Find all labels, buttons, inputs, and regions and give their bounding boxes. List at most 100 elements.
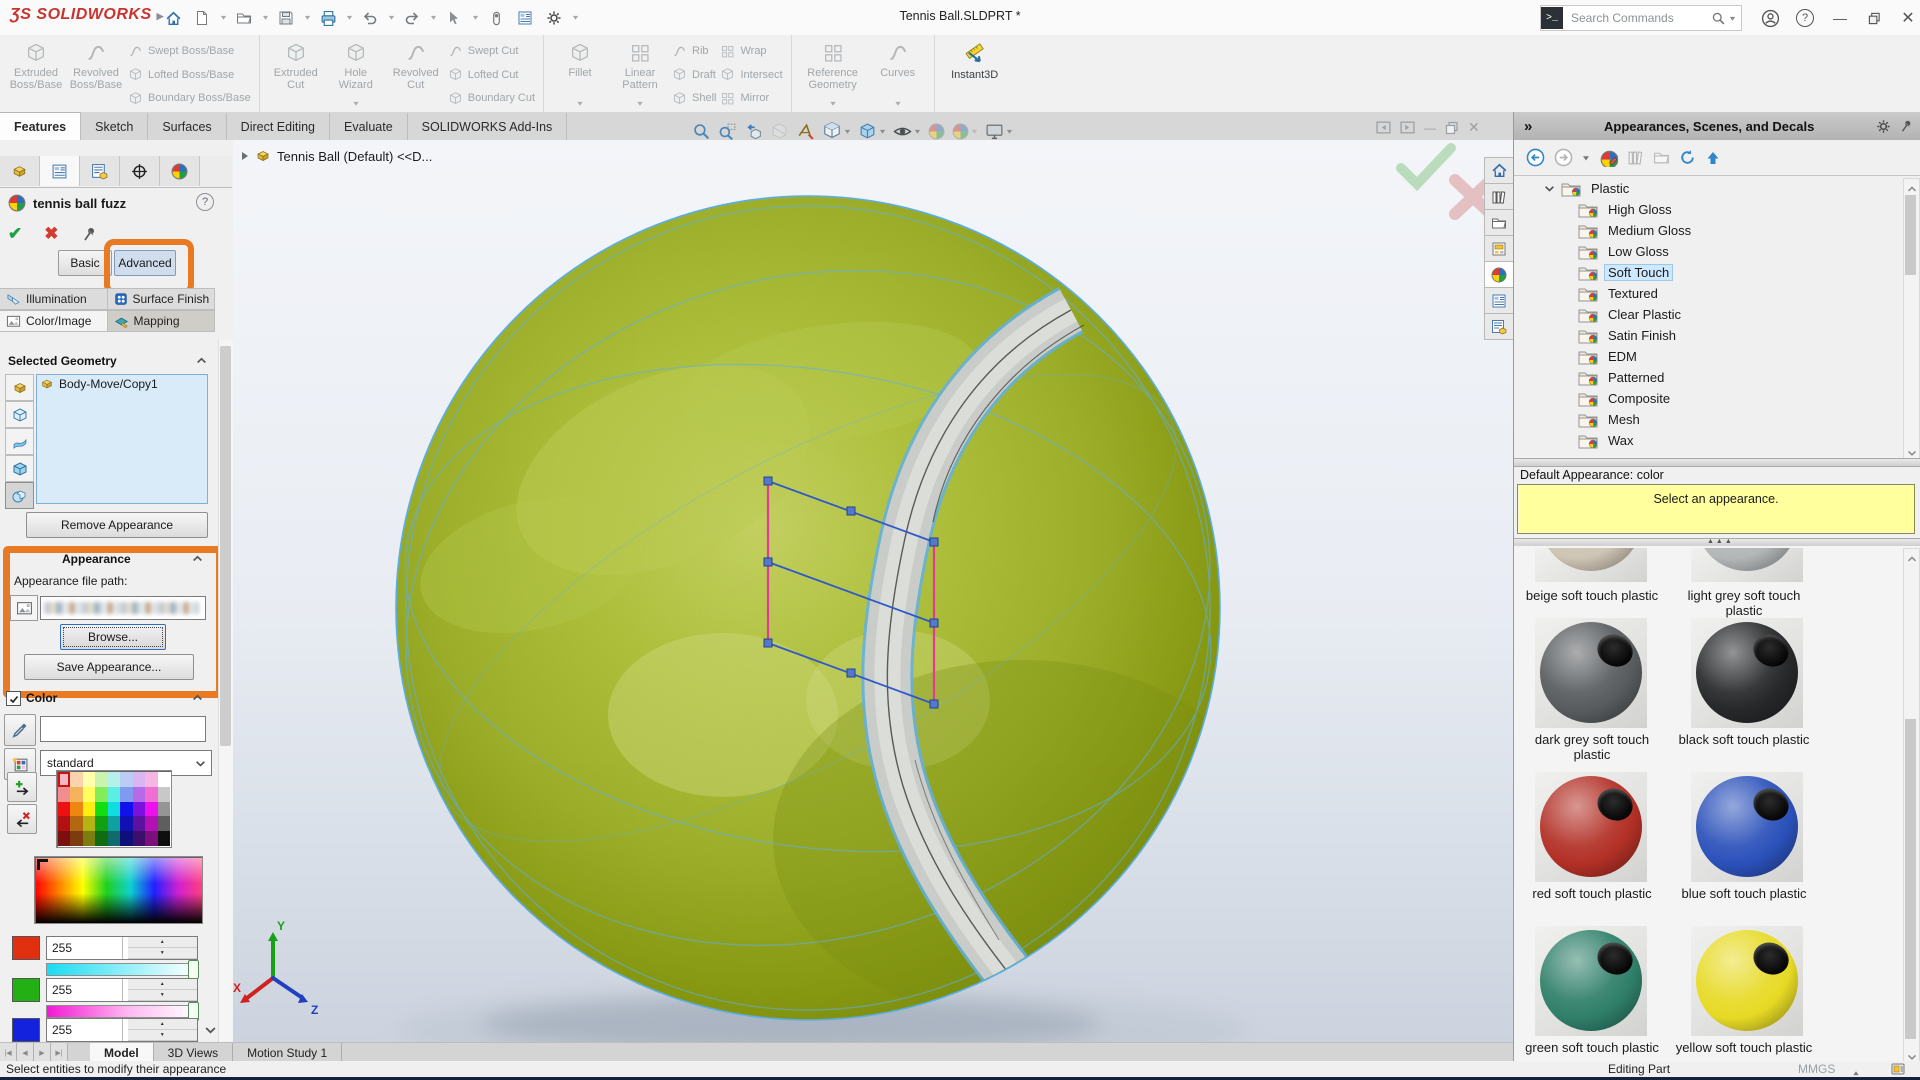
- filter-surface-icon[interactable]: [5, 428, 34, 455]
- draft-button[interactable]: Draft: [672, 65, 716, 85]
- custom-properties-tab-icon[interactable]: [1484, 287, 1514, 314]
- tree-item[interactable]: Composite: [1514, 388, 1902, 409]
- tree-item-soft-touch[interactable]: Soft Touch: [1514, 262, 1902, 283]
- mirror-button[interactable]: Mirror: [720, 88, 782, 108]
- restore-button[interactable]: [1859, 5, 1889, 31]
- resources-tab-icon[interactable]: [1484, 183, 1514, 210]
- palette-swatch[interactable]: [133, 802, 145, 817]
- red-channel-slider[interactable]: [46, 963, 196, 976]
- tree-item[interactable]: Wax: [1514, 430, 1902, 451]
- units-label[interactable]: MMGS: [1798, 1062, 1835, 1076]
- swept-cut-button[interactable]: Swept Cut: [448, 41, 535, 61]
- appearance-thumb-beige[interactable]: [1535, 548, 1647, 582]
- fillet-dropdown-icon[interactable]: [577, 97, 584, 109]
- tab-direct-editing[interactable]: Direct Editing: [227, 113, 330, 140]
- palette-swatch[interactable]: [145, 772, 157, 787]
- up-one-level-icon[interactable]: [1705, 150, 1721, 166]
- delete-appearance-icon[interactable]: [1627, 149, 1644, 166]
- previous-view-icon[interactable]: [744, 122, 763, 141]
- add-swatch-button[interactable]: [7, 772, 37, 802]
- view-orientation-icon[interactable]: [822, 121, 851, 141]
- palette-swatch[interactable]: [95, 772, 107, 787]
- tree-item[interactable]: Satin Finish: [1514, 325, 1902, 346]
- filter-mixed-icon[interactable]: [5, 482, 34, 509]
- selected-geometry-collapse-icon[interactable]: [196, 353, 207, 367]
- pane-pin-icon[interactable]: [1899, 119, 1913, 133]
- curves-button[interactable]: Curves: [870, 39, 926, 110]
- advanced-mode-button[interactable]: Advanced: [114, 250, 176, 276]
- red-value-spinner[interactable]: 255▲▼: [46, 936, 198, 960]
- zoom-to-fit-icon[interactable]: [692, 122, 711, 141]
- palette-swatch[interactable]: [70, 816, 82, 831]
- options-button[interactable]: [541, 6, 567, 30]
- dock-right-icon[interactable]: [1400, 121, 1415, 134]
- search-icon[interactable]: [1711, 11, 1726, 26]
- save-appearance-button[interactable]: Save Appearance...: [24, 654, 194, 680]
- palette-swatch[interactable]: [120, 787, 132, 802]
- pm-scrollbar-thumb[interactable]: [220, 346, 231, 746]
- forum-tab-icon[interactable]: [1484, 313, 1514, 340]
- home-tab-icon[interactable]: [1484, 157, 1514, 184]
- pm-more-icon[interactable]: [204, 1022, 217, 1036]
- palette-swatch[interactable]: [58, 802, 70, 817]
- tree-item[interactable]: Clear Plastic: [1514, 304, 1902, 325]
- palette-swatch[interactable]: [70, 831, 82, 846]
- tab-color-image[interactable]: Color/Image: [0, 310, 108, 332]
- pm-help-icon[interactable]: ?: [196, 193, 214, 211]
- palette-swatch[interactable]: [108, 831, 120, 846]
- palette-swatch[interactable]: [108, 772, 120, 787]
- new-dropdown-icon[interactable]: [218, 14, 228, 21]
- palette-swatch[interactable]: [158, 802, 170, 817]
- palette-swatch[interactable]: [145, 802, 157, 817]
- appearance-thumb-yellow[interactable]: [1691, 926, 1803, 1036]
- search-input[interactable]: Search Commands: [1563, 11, 1711, 25]
- hide-show-items-icon[interactable]: [893, 122, 921, 141]
- tree-root-plastic[interactable]: Plastic: [1514, 178, 1902, 199]
- pin-icon[interactable]: [81, 226, 97, 242]
- palette-swatch[interactable]: [133, 772, 145, 787]
- save-dropdown-icon[interactable]: [302, 14, 312, 21]
- design-library-tab-icon[interactable]: [1484, 235, 1514, 262]
- configuration-manager-tab[interactable]: [80, 156, 120, 186]
- tree-item[interactable]: Patterned: [1514, 367, 1902, 388]
- red-spin-buttons[interactable]: ▲▼: [122, 937, 198, 959]
- dimxpert-manager-tab[interactable]: [120, 156, 160, 186]
- shell-button[interactable]: Shell: [672, 88, 716, 108]
- color-checkbox[interactable]: [6, 691, 21, 706]
- appearances-tab-icon[interactable]: [1484, 261, 1514, 288]
- palette-swatch[interactable]: [70, 787, 82, 802]
- refresh-icon[interactable]: [1679, 149, 1696, 166]
- filter-body-icon[interactable]: [5, 401, 34, 428]
- palette-swatch[interactable]: [58, 787, 70, 802]
- first-tab-button[interactable]: |◀: [0, 1043, 17, 1062]
- tab-surface-finish[interactable]: Surface Finish: [108, 288, 216, 310]
- tab-illumination[interactable]: Illumination: [0, 288, 108, 310]
- zoom-to-area-icon[interactable]: [718, 122, 737, 141]
- palette-swatch[interactable]: [158, 816, 170, 831]
- save-button[interactable]: [273, 6, 299, 30]
- file-properties-button[interactable]: [512, 6, 538, 30]
- forward-icon[interactable]: [1554, 148, 1573, 167]
- palette-swatch[interactable]: [83, 831, 95, 846]
- reference-geometry-button[interactable]: Reference Geometry: [800, 39, 866, 110]
- select-button[interactable]: [441, 6, 467, 30]
- tree-item[interactable]: Textured: [1514, 283, 1902, 304]
- tab-motion-study[interactable]: Motion Study 1: [233, 1043, 342, 1062]
- remove-swatch-button[interactable]: [7, 804, 37, 834]
- breadcrumb-expand-icon[interactable]: [241, 151, 249, 161]
- swept-boss-base-button[interactable]: Swept Boss/Base: [128, 41, 251, 61]
- extruded-cut-button[interactable]: Extruded Cut: [268, 39, 324, 110]
- geometry-list-item[interactable]: Body-Move/Copy1: [37, 375, 207, 393]
- pane-splitter-top[interactable]: [1514, 458, 1920, 467]
- fillet-button[interactable]: Fillet: [552, 39, 608, 110]
- palette-swatch[interactable]: [58, 816, 70, 831]
- palette-swatch[interactable]: [145, 787, 157, 802]
- intersect-button[interactable]: Intersect: [720, 65, 782, 85]
- print-dropdown-icon[interactable]: [344, 14, 354, 21]
- lofted-cut-button[interactable]: Lofted Cut: [448, 65, 535, 85]
- palette-dropdown-icon[interactable]: [195, 756, 206, 770]
- extruded-boss-base-button[interactable]: Extruded Boss/Base: [8, 39, 64, 110]
- revolved-boss-base-button[interactable]: Revolved Boss/Base: [68, 39, 124, 110]
- eyedropper-icon[interactable]: [4, 714, 36, 746]
- print-button[interactable]: [315, 6, 341, 30]
